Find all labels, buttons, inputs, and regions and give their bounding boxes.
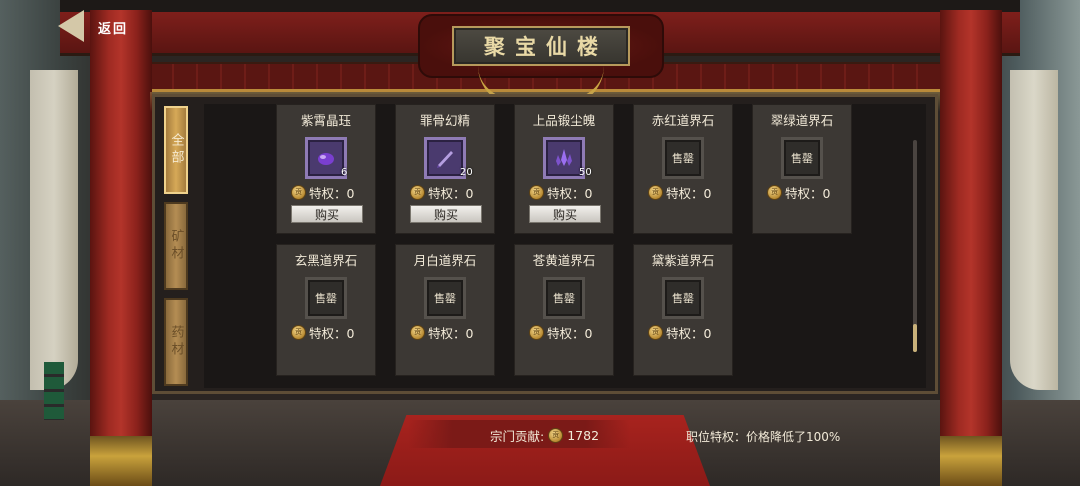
buy-button[interactable]: 购买	[291, 205, 363, 223]
item-count: 6	[341, 167, 348, 178]
privilege-row: 贡 特权：0	[648, 183, 711, 201]
stone-icon: 售罄	[305, 277, 347, 319]
privilege-text: 特权：0	[666, 185, 712, 201]
item-card[interactable]: 黛紫道界石 售罄 贡 特权：0	[633, 244, 733, 376]
title-plaque: 聚宝仙楼	[418, 14, 664, 106]
item-grid-scrollbar[interactable]	[913, 140, 917, 352]
item-card[interactable]: 罪骨幻精 20 贡 特权：0 购买	[395, 104, 495, 234]
privilege-text: 特权：0	[666, 325, 712, 341]
item-card[interactable]: 上品锻尘魄 50 贡 特权：0 购买	[514, 104, 614, 234]
contribution-coin-icon: 贡	[767, 184, 782, 200]
contribution-coin-icon: 贡	[648, 324, 663, 340]
sold-out-label: 售罄	[672, 152, 694, 165]
privilege-text: 特权：0	[428, 185, 474, 201]
item-card[interactable]: 苍黄道界石 售罄 贡 特权：0	[514, 244, 614, 376]
pillar-base	[90, 436, 152, 486]
left-pillar	[90, 10, 152, 486]
item-count: 20	[460, 167, 473, 178]
contribution-coin-icon: 贡	[529, 184, 544, 200]
privilege-row: 贡 特权：0	[648, 323, 711, 341]
item-name: 罪骨幻精	[419, 113, 470, 128]
sect-contribution: 宗门贡献: 贡 1782	[490, 425, 599, 445]
sold-out-label: 售罄	[791, 152, 813, 165]
contribution-coin-icon: 贡	[410, 324, 425, 340]
back-label: 返回	[98, 22, 129, 37]
contribution-coin-icon: 贡	[291, 324, 306, 340]
page-title: 聚宝仙楼	[484, 34, 608, 59]
stone-icon: 售罄	[662, 137, 704, 179]
category-tab-all[interactable]: 全部	[164, 106, 188, 194]
stone-icon: 售罄	[662, 277, 704, 319]
item-name: 翠绿道界石	[770, 113, 834, 128]
back-arrow-icon	[58, 10, 84, 42]
purple-crystal-icon	[546, 140, 582, 176]
left-curtain	[30, 70, 78, 390]
sold-out-label: 售罄	[553, 292, 575, 305]
item-count: 50	[579, 167, 592, 178]
item-name: 苍黄道界石	[532, 253, 596, 268]
left-side-decoration	[44, 362, 64, 420]
privilege-row: 贡 特权：0	[410, 323, 473, 341]
sold-out-label: 售罄	[315, 292, 337, 305]
buy-button[interactable]: 购买	[410, 205, 482, 223]
privilege-text: 特权：0	[547, 325, 593, 341]
stone-icon: 售罄	[424, 277, 466, 319]
pillar-base	[940, 436, 1002, 486]
sold-out-label: 售罄	[672, 292, 694, 305]
item-card[interactable]: 翠绿道界石 售罄 贡 特权：0	[752, 104, 852, 234]
purple-blade-icon	[427, 140, 463, 176]
category-tab-label: 矿材	[168, 229, 184, 263]
contribution-value: 1782	[567, 427, 600, 443]
privilege-text: 特权：0	[547, 185, 593, 201]
item-name: 黛紫道界石	[651, 253, 715, 268]
sold-out-label: 售罄	[434, 292, 456, 305]
plaque-inner: 聚宝仙楼	[452, 26, 630, 66]
category-tab-label: 药材	[168, 325, 184, 359]
right-curtain	[1010, 70, 1058, 390]
purple-orb-icon	[308, 140, 344, 176]
privilege-row: 贡 特权：0	[529, 323, 592, 341]
category-tab-label: 全部	[168, 133, 184, 167]
buy-button[interactable]: 购买	[529, 205, 601, 223]
contribution-coin-icon: 贡	[648, 184, 663, 200]
privilege-row: 贡 特权：0	[410, 183, 473, 201]
item-card[interactable]: 月白道界石 售罄 贡 特权：0	[395, 244, 495, 376]
category-tab-herb[interactable]: 药材	[164, 298, 188, 386]
privilege-row: 贡 特权：0	[291, 323, 354, 341]
item-name: 上品锻尘魄	[532, 113, 596, 128]
privilege-row: 贡 特权：0	[767, 183, 830, 201]
item-name: 赤红道界石	[651, 113, 715, 128]
privilege-row: 贡 特权：0	[291, 183, 354, 201]
contribution-label: 宗门贡献:	[490, 428, 545, 444]
item-name: 玄黑道界石	[294, 253, 358, 268]
rank-privilege-text: 职位特权：价格降低了100%	[686, 430, 841, 444]
item-name: 紫霄晶珏	[300, 113, 351, 128]
stone-icon: 售罄	[781, 137, 823, 179]
scrollbar-thumb[interactable]	[913, 324, 917, 352]
contribution-coin-icon: 贡	[291, 184, 306, 200]
contribution-coin-icon: 贡	[529, 324, 544, 340]
contribution-coin-icon: 贡	[548, 427, 564, 443]
item-card[interactable]: 赤红道界石 售罄 贡 特权：0	[633, 104, 733, 234]
category-tabs: 全部 矿材 药材	[160, 104, 194, 390]
privilege-text: 特权：0	[309, 185, 355, 201]
category-tab-ore[interactable]: 矿材	[164, 202, 188, 290]
privilege-text: 特权：0	[309, 325, 355, 341]
contribution-coin-icon: 贡	[410, 184, 425, 200]
privilege-text: 特权：0	[785, 185, 831, 201]
item-card[interactable]: 玄黑道界石 售罄 贡 特权：0	[276, 244, 376, 376]
back-button[interactable]: 返回	[58, 8, 148, 44]
privilege-row: 贡 特权：0	[529, 183, 592, 201]
stone-icon: 售罄	[543, 277, 585, 319]
privilege-text: 特权：0	[428, 325, 474, 341]
item-name: 月白道界石	[413, 253, 477, 268]
right-pillar	[940, 10, 1002, 486]
item-card[interactable]: 紫霄晶珏 6 贡 特权：0 购买	[276, 104, 376, 234]
